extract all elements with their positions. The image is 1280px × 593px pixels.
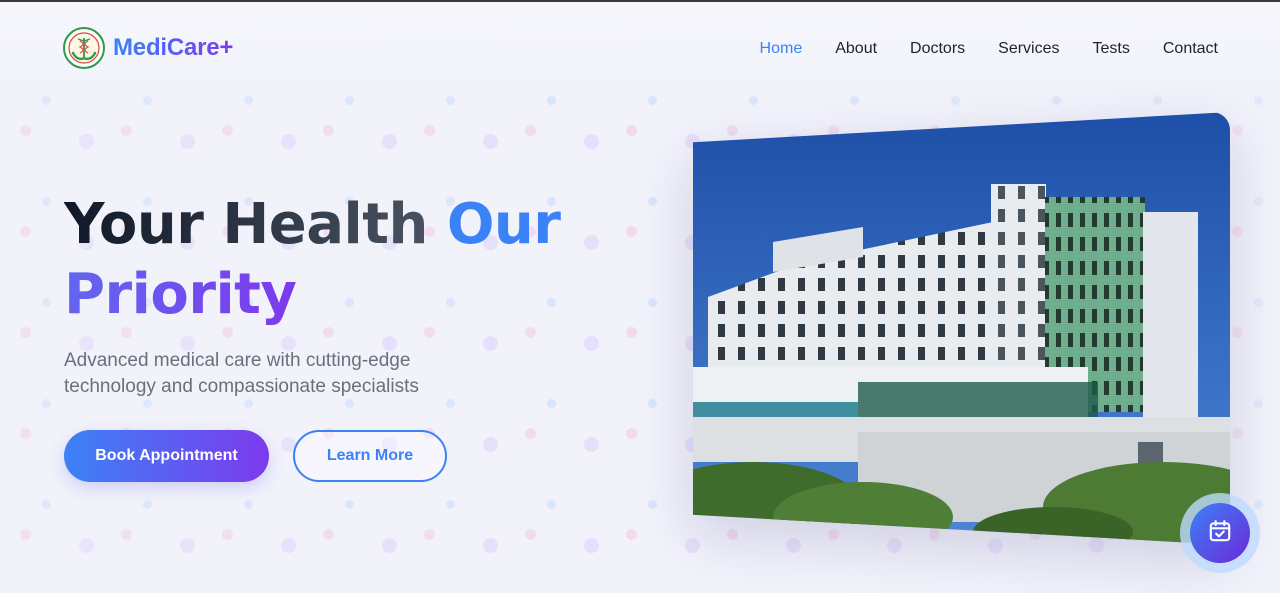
nav-tests[interactable]: Tests (1093, 40, 1130, 58)
hero-title-part2: Our (446, 192, 561, 257)
brand-logo[interactable]: MediCare+ (63, 27, 233, 69)
caduceus-hands-icon (63, 27, 105, 69)
nav-contact[interactable]: Contact (1163, 40, 1218, 58)
brand-name: MediCare+ (113, 34, 234, 61)
floating-appointment-button[interactable] (1180, 493, 1260, 573)
nav-doctors[interactable]: Doctors (910, 40, 965, 58)
floating-button-core[interactable] (1190, 503, 1250, 563)
site-header: MediCare+ Home About Doctors Services Te… (0, 2, 1280, 92)
book-appointment-button[interactable]: Book Appointment (64, 430, 269, 482)
nav-about[interactable]: About (835, 40, 877, 58)
hero-title-part3: Priority (64, 262, 297, 327)
nav-home[interactable]: Home (760, 40, 803, 58)
learn-more-button[interactable]: Learn More (293, 430, 447, 482)
main-nav: Home About Doctors Services Tests Contac… (727, 40, 1218, 58)
hero-title: Your Health Our Priority (64, 190, 584, 330)
nav-services[interactable]: Services (998, 40, 1059, 58)
hero-image-frame (693, 112, 1230, 545)
hospital-building-photo (693, 112, 1230, 545)
hero-subtitle: Advanced medical care with cutting-edge … (64, 350, 419, 397)
calendar-check-icon (1207, 518, 1233, 549)
hero-title-part1: Your Health (64, 192, 447, 257)
